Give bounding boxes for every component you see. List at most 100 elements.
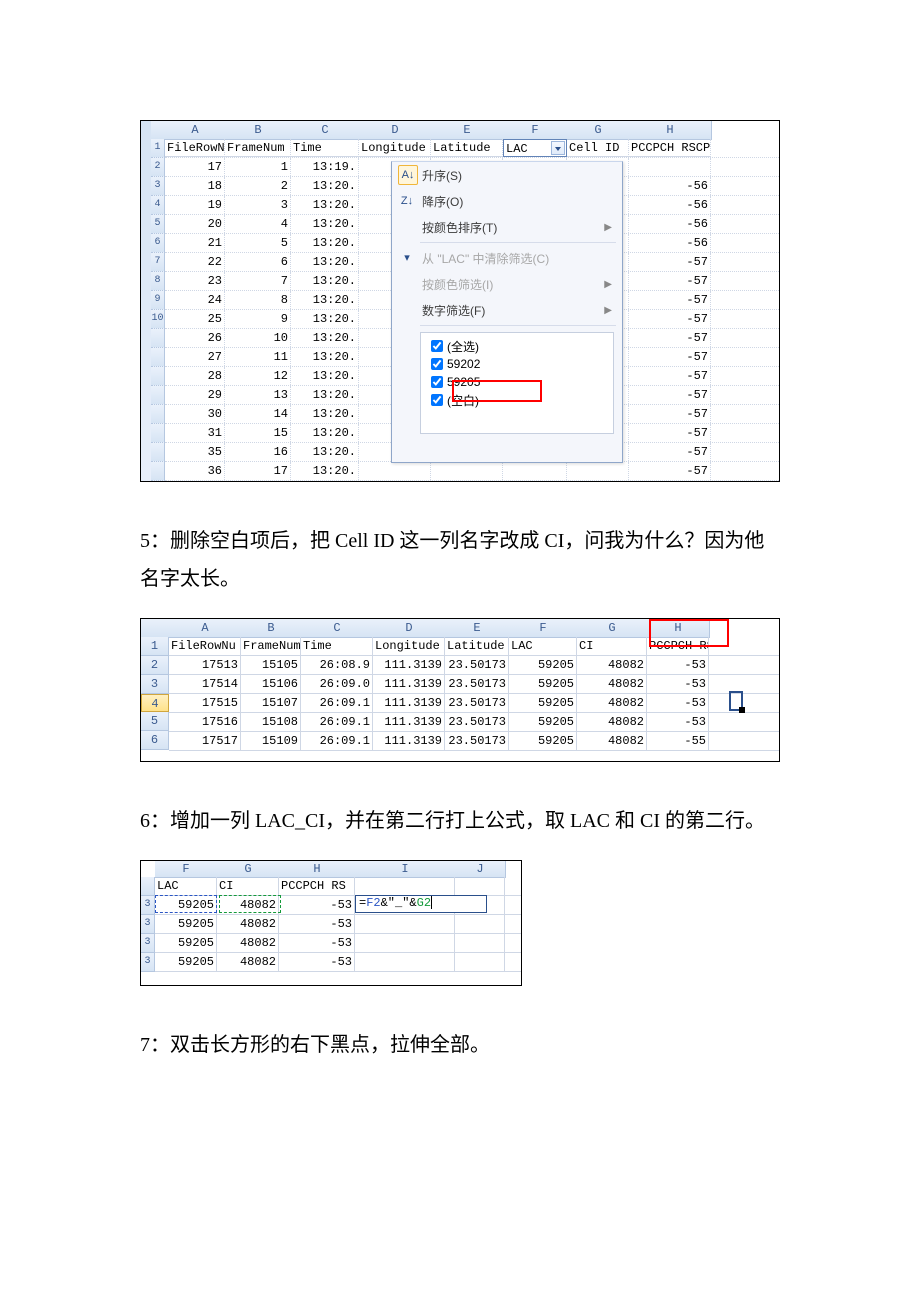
data-cell[interactable]: 59205 (155, 915, 217, 933)
filter-checklist[interactable]: (全选) 59202 59205 (空白) (420, 332, 614, 434)
header-cell[interactable]: Longitude (373, 637, 445, 655)
data-cell[interactable]: -56 (629, 177, 711, 195)
data-cell[interactable]: -57 (629, 443, 711, 461)
data-cell[interactable] (629, 158, 711, 176)
data-cell[interactable] (455, 953, 505, 971)
data-cell[interactable]: 111.3139 (373, 732, 445, 750)
data-cell[interactable]: 15108 (241, 713, 301, 731)
column-header[interactable]: G (217, 861, 280, 878)
data-cell[interactable]: 13:20. (291, 215, 359, 233)
column-header[interactable]: D (373, 619, 446, 638)
data-cell[interactable]: -57 (629, 291, 711, 309)
data-cell[interactable]: 48082 (577, 656, 647, 674)
header-cell[interactable]: CI (217, 877, 279, 895)
data-cell[interactable]: 17517 (169, 732, 241, 750)
data-cell[interactable]: 26:09.1 (301, 694, 373, 712)
column-header[interactable]: I (355, 861, 456, 878)
column-header[interactable]: J (455, 861, 506, 878)
data-cell[interactable]: 7 (225, 272, 291, 290)
data-cell[interactable]: 13:19. (291, 158, 359, 176)
data-cell[interactable]: -57 (629, 367, 711, 385)
data-cell[interactable]: -57 (629, 462, 711, 480)
column-header[interactable]: F (509, 619, 578, 638)
data-cell[interactable]: 59205 (155, 953, 217, 971)
data-cell[interactable]: 20 (165, 215, 225, 233)
data-cell[interactable]: 15109 (241, 732, 301, 750)
data-cell[interactable]: 13:20. (291, 234, 359, 252)
data-cell[interactable]: 30 (165, 405, 225, 423)
data-cell[interactable]: 13:20. (291, 462, 359, 480)
header-cell[interactable]: FileRowNu (165, 139, 225, 157)
data-cell[interactable]: 48082 (217, 934, 279, 952)
data-cell[interactable]: -57 (629, 405, 711, 423)
data-cell[interactable]: 18 (165, 177, 225, 195)
data-cell[interactable]: 13:20. (291, 424, 359, 442)
data-cell[interactable]: 5 (225, 234, 291, 252)
data-cell[interactable]: 59205 (509, 732, 577, 750)
data-cell[interactable]: 22 (165, 253, 225, 271)
data-cell[interactable]: 48082 (577, 694, 647, 712)
data-cell[interactable]: 17 (225, 462, 291, 480)
header-cell[interactable]: FrameNum (241, 637, 301, 655)
data-cell[interactable]: 111.3139 (373, 713, 445, 731)
data-cell[interactable]: 59205 (509, 656, 577, 674)
data-cell[interactable]: 48082 (577, 732, 647, 750)
filter-dropdown-button[interactable] (551, 141, 565, 155)
data-cell[interactable]: 25 (165, 310, 225, 328)
data-cell[interactable]: 23.50173 (445, 732, 509, 750)
column-header[interactable]: E (445, 619, 510, 638)
data-cell[interactable]: -56 (629, 234, 711, 252)
header-cell[interactable]: Latitude (445, 637, 509, 655)
data-cell[interactable]: -53 (647, 656, 709, 674)
data-cell[interactable] (431, 462, 503, 480)
column-header[interactable]: C (301, 619, 374, 638)
data-cell[interactable]: 23.50173 (445, 713, 509, 731)
data-cell[interactable]: 17513 (169, 656, 241, 674)
data-cell[interactable]: 17514 (169, 675, 241, 693)
data-cell[interactable]: -57 (629, 329, 711, 347)
check-select-all[interactable]: (全选) (427, 337, 607, 355)
data-cell[interactable] (455, 896, 505, 914)
data-cell[interactable]: 29 (165, 386, 225, 404)
data-cell[interactable]: -57 (629, 386, 711, 404)
header-cell[interactable] (455, 877, 505, 895)
column-header[interactable]: A (165, 121, 226, 140)
data-cell[interactable]: 13:20. (291, 348, 359, 366)
column-header[interactable]: A (169, 619, 242, 638)
data-cell[interactable]: 13:20. (291, 386, 359, 404)
data-cell[interactable]: 26:09.1 (301, 732, 373, 750)
column-header[interactable]: E (431, 121, 504, 140)
data-cell[interactable]: -57 (629, 272, 711, 290)
column-header[interactable]: B (225, 121, 292, 140)
data-cell[interactable]: 13:20. (291, 177, 359, 195)
data-cell[interactable] (355, 953, 455, 971)
number-filter-item[interactable]: 数字筛选(F) ▶ (392, 297, 622, 323)
data-cell[interactable]: 31 (165, 424, 225, 442)
column-header[interactable]: F (503, 121, 568, 140)
data-cell[interactable]: 26 (165, 329, 225, 347)
data-cell[interactable]: 48082 (577, 713, 647, 731)
data-cell[interactable]: 59205 (155, 934, 217, 952)
data-cell[interactable] (355, 915, 455, 933)
data-cell[interactable]: -56 (629, 215, 711, 233)
data-cell[interactable]: -57 (629, 348, 711, 366)
data-cell[interactable]: 13:20. (291, 310, 359, 328)
data-cell[interactable] (455, 934, 505, 952)
header-cell[interactable]: CI (577, 637, 647, 655)
data-cell[interactable]: -56 (629, 196, 711, 214)
data-cell[interactable]: -53 (279, 953, 355, 971)
sort-desc-item[interactable]: Z↓ 降序(O) (392, 188, 622, 214)
data-cell[interactable]: 2 (225, 177, 291, 195)
header-cell[interactable]: Cell ID (567, 139, 629, 157)
column-header[interactable]: G (567, 121, 630, 140)
data-cell[interactable]: -55 (647, 732, 709, 750)
data-cell[interactable]: 13:20. (291, 196, 359, 214)
data-cell[interactable]: 48082 (217, 953, 279, 971)
data-cell[interactable]: 59205 (155, 896, 217, 914)
data-cell[interactable]: 15 (225, 424, 291, 442)
header-cell[interactable]: Time (291, 139, 359, 157)
data-cell[interactable]: 111.3139 (373, 675, 445, 693)
data-cell[interactable]: -53 (647, 694, 709, 712)
data-cell[interactable]: 111.3139 (373, 656, 445, 674)
data-cell[interactable]: 11 (225, 348, 291, 366)
